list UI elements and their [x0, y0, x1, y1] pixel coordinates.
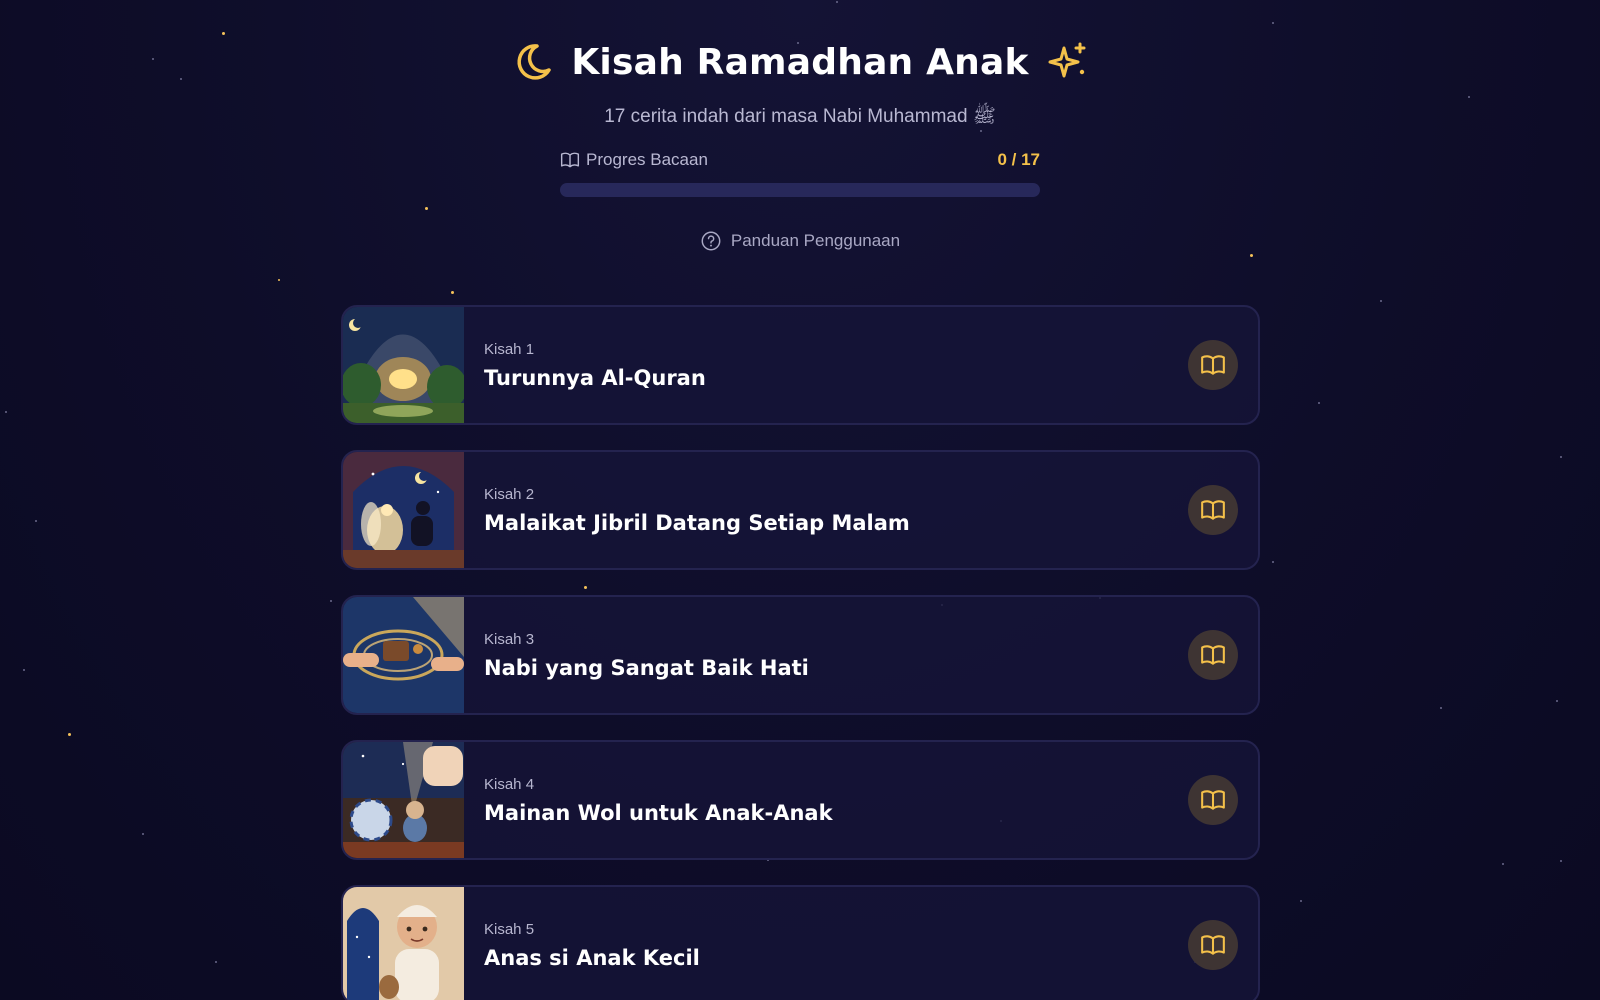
- star-dot: [425, 207, 428, 210]
- story-thumbnail: [343, 452, 464, 568]
- star-dot: [35, 520, 37, 522]
- sharing-gift-illustration: [343, 597, 464, 713]
- story-title: Anas si Anak Kecil: [484, 945, 700, 970]
- story-text: Kisah 5 Anas si Anak Kecil: [484, 921, 1188, 970]
- story-text: Kisah 1 Turunnya Al-Quran: [484, 341, 1188, 390]
- story-title: Turunnya Al-Quran: [484, 365, 706, 390]
- story-number: Kisah 5: [484, 920, 535, 938]
- guide-button[interactable]: Panduan Penggunaan: [0, 230, 1600, 252]
- read-story-button[interactable]: [1188, 485, 1238, 535]
- star-dot: [1560, 456, 1562, 458]
- read-story-button[interactable]: [1188, 775, 1238, 825]
- open-book-icon: [1201, 355, 1225, 375]
- read-story-button[interactable]: [1188, 340, 1238, 390]
- story-text: Kisah 3 Nabi yang Sangat Baik Hati: [484, 631, 1188, 680]
- progress-header: Progres Bacaan 0 / 17: [560, 150, 1040, 170]
- star-dot: [1502, 863, 1504, 865]
- star-dot: [1556, 700, 1558, 702]
- title-row: Kisah Ramadhan Anak: [0, 34, 1600, 90]
- story-thumbnail: [343, 597, 464, 713]
- story-card[interactable]: Kisah 3 Nabi yang Sangat Baik Hati: [341, 595, 1260, 715]
- star-dot: [1272, 22, 1274, 24]
- story-card[interactable]: Kisah 2 Malaikat Jibril Datang Setiap Ma…: [341, 450, 1260, 570]
- quran-cave-illustration: [343, 307, 464, 423]
- sparkles-icon: [1048, 42, 1086, 78]
- star-dot: [68, 733, 71, 736]
- star-dot: [451, 291, 454, 294]
- star-dot: [1440, 707, 1442, 709]
- guide-label: Panduan Penggunaan: [730, 231, 901, 250]
- story-title: Mainan Wol untuk Anak-Anak: [484, 800, 833, 825]
- help-circle-icon: [701, 231, 721, 251]
- story-title: Malaikat Jibril Datang Setiap Malam: [484, 510, 910, 535]
- star-dot: [1272, 561, 1274, 563]
- progress-count: 0 / 17: [997, 150, 1040, 169]
- star-dot: [836, 1, 838, 3]
- wool-toy-illustration: [343, 742, 464, 858]
- story-list: Kisah 1 Turunnya Al-Quran Kisah 2 Malaik…: [341, 305, 1260, 1000]
- star-dot: [1318, 402, 1320, 404]
- app-page: Kisah Ramadhan Anak 17 cerita indah dari…: [0, 0, 1600, 1000]
- progress-label: Progres Bacaan: [586, 150, 708, 169]
- star-dot: [330, 600, 332, 602]
- story-card[interactable]: Kisah 1 Turunnya Al-Quran: [341, 305, 1260, 425]
- star-dot: [1250, 254, 1253, 257]
- story-card[interactable]: Kisah 5 Anas si Anak Kecil: [341, 885, 1260, 1000]
- read-story-button[interactable]: [1188, 630, 1238, 680]
- story-number: Kisah 4: [484, 775, 535, 793]
- story-card[interactable]: Kisah 4 Mainan Wol untuk Anak-Anak: [341, 740, 1260, 860]
- story-thumbnail: [343, 742, 464, 858]
- star-dot: [1560, 860, 1562, 862]
- page-header: Kisah Ramadhan Anak 17 cerita indah dari…: [0, 34, 1600, 132]
- story-number: Kisah 2: [484, 485, 535, 503]
- boy-with-cap-illustration: [343, 887, 464, 1000]
- read-story-button[interactable]: [1188, 920, 1238, 970]
- story-text: Kisah 4 Mainan Wol untuk Anak-Anak: [484, 776, 1188, 825]
- page-title: Kisah Ramadhan Anak: [571, 41, 1029, 83]
- star-dot: [215, 961, 217, 963]
- story-number: Kisah 3: [484, 630, 535, 648]
- star-dot: [1380, 300, 1382, 302]
- story-title: Nabi yang Sangat Baik Hati: [484, 655, 809, 680]
- story-thumbnail: [343, 307, 464, 423]
- moon-icon: [517, 44, 552, 80]
- progress-label-group: Progres Bacaan: [560, 150, 708, 170]
- story-thumbnail: [343, 887, 464, 1000]
- star-dot: [278, 279, 280, 281]
- open-book-icon: [560, 152, 580, 168]
- progress-bar: [560, 183, 1040, 197]
- star-dot: [5, 411, 7, 413]
- star-dot: [142, 833, 144, 835]
- star-dot: [23, 669, 25, 671]
- open-book-icon: [1201, 790, 1225, 810]
- open-book-icon: [1201, 645, 1225, 665]
- reading-progress: Progres Bacaan 0 / 17: [560, 150, 1040, 197]
- open-book-icon: [1201, 500, 1225, 520]
- story-text: Kisah 2 Malaikat Jibril Datang Setiap Ma…: [484, 486, 1188, 535]
- story-number: Kisah 1: [484, 340, 535, 358]
- open-book-icon: [1201, 935, 1225, 955]
- page-subtitle: 17 cerita indah dari masa Nabi Muhammad …: [604, 106, 996, 127]
- angel-night-illustration: [343, 452, 464, 568]
- star-dot: [1300, 900, 1302, 902]
